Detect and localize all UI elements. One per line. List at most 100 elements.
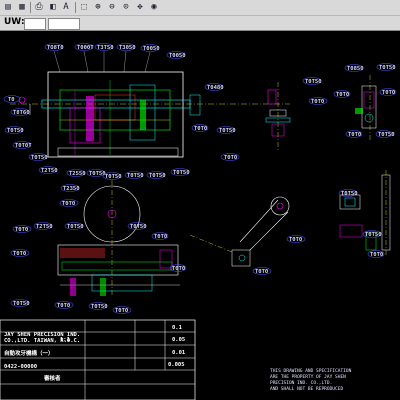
cad-drawing: TO8T0 T000T T3TS0 T3050 T0050 T0050 T0 T… (0, 43, 397, 400)
tag-bubble: T0 (3, 95, 21, 103)
tag-bubble: T0T50 (64, 222, 84, 230)
toolbar-row-2: UW: (0, 15, 400, 31)
tag-bubble: T0T50 (302, 77, 322, 85)
svg-text:0.005: 0.005 (168, 362, 185, 368)
tag-bubble: T0T50 (146, 171, 166, 179)
tag-bubble: T0T0 (367, 250, 385, 258)
svg-text:T8T60: T8T60 (13, 110, 30, 116)
svg-text:ARE THE PROPERTY OF JAY SHEN: ARE THE PROPERTY OF JAY SHEN (270, 374, 346, 380)
diagonal-arm: T0T0 T0T0 T0T0 (169, 196, 306, 275)
zoom-previous-icon[interactable]: ◉ (148, 1, 160, 13)
svg-text:T0T0: T0T0 (382, 90, 395, 96)
zoom-extents-icon[interactable]: ⊙ (120, 1, 132, 13)
zoom-window-icon[interactable]: ⬚ (78, 1, 90, 13)
drawing-notes: THIS DRAWING AND SPECIFICATION ARE THE P… (270, 368, 352, 392)
tag-bubble: T3TS0 (94, 43, 114, 51)
title-block: JAY SHEN PRECISION IND. CO.,LTD. TAIWAN,… (0, 319, 196, 400)
svg-text:T0480: T0480 (207, 85, 224, 91)
svg-text:T0T0: T0T0 (57, 303, 70, 309)
tag-bubble: T0T50 (28, 153, 48, 161)
svg-text:審核者: 審核者 (43, 374, 61, 382)
tag-bubble: T2350 (60, 184, 80, 192)
tag-bubble: T0T0 (220, 153, 240, 161)
tag-bubble: T0T0 (151, 232, 169, 240)
svg-text:T0T50: T0T50 (341, 191, 358, 197)
tag-bubble: T0T50 (102, 172, 122, 180)
drawing-canvas[interactable]: TO8T0 T000T T3TS0 T3050 T0050 T0050 T0 T… (0, 30, 400, 400)
svg-text:T0T50: T0T50 (127, 173, 144, 179)
svg-text:T0T50: T0T50 (91, 304, 108, 310)
svg-text:0.01: 0.01 (172, 350, 186, 356)
svg-text:T0850: T0850 (347, 66, 364, 72)
tag-bubble: T2T50 (38, 166, 58, 174)
shaft-assembly: T0T50 T0T0 (265, 77, 328, 150)
toolbar-label: UW: (4, 17, 25, 27)
svg-text:T0T50: T0T50 (13, 301, 30, 307)
tag-bubble: T0050 (166, 51, 186, 59)
layer-icon[interactable]: ◧ (47, 1, 59, 13)
tag-bubble: T2550 (66, 169, 86, 177)
tag-bubble: T0T50 (216, 126, 236, 134)
tag-bubble: T3050 (116, 43, 136, 51)
tag-bubble: T0T50 (338, 189, 358, 197)
tag-bubble: T0T50 (124, 171, 144, 179)
svg-text:T2550: T2550 (69, 171, 86, 177)
svg-text:0422-00000: 0422-00000 (4, 364, 37, 370)
svg-text:PRECISION IND. CO.,LTD.: PRECISION IND. CO.,LTD. (270, 380, 332, 386)
tag-bubble: T0T0 (191, 124, 209, 132)
tag-bubble: T0T50 (375, 130, 395, 138)
toolbar-separator (30, 2, 31, 13)
toolbar: ▤ ▦ ⎙ ◧ A ⬚ ⊕ ⊖ ⊙ ✥ ◉ UW: (0, 0, 400, 31)
svg-text:T0T50: T0T50 (365, 232, 382, 238)
right-top-assembly: T0850 T0T50 T0T0 T0T0 T0T0 T0T50 (333, 63, 397, 140)
toolbar-separator (75, 2, 76, 13)
tag-bubble: T0T50 (10, 299, 30, 307)
svg-text:T0T0: T0T0 (224, 155, 237, 161)
pan-icon[interactable]: ✥ (134, 1, 146, 13)
svg-text:T0T0: T0T0 (15, 227, 28, 233)
tag-bubble: T0T50 (127, 222, 147, 230)
svg-text:T0T0: T0T0 (370, 252, 383, 258)
print-icon[interactable]: ⎙ (33, 1, 45, 13)
svg-text:T0T0: T0T0 (311, 99, 324, 105)
svg-text:T0T0: T0T0 (115, 308, 128, 314)
svg-text:T0T0: T0T0 (13, 251, 26, 257)
svg-text:T2T50: T2T50 (41, 168, 58, 174)
svg-text:T0T50: T0T50 (173, 170, 190, 176)
svg-text:T0T50: T0T50 (67, 224, 84, 230)
tag-bubble: T0T0 (333, 90, 351, 98)
svg-text:TO8T0: TO8T0 (47, 45, 64, 51)
tag-bubble: T0T0 (252, 267, 272, 275)
svg-text:T0T0: T0T0 (255, 269, 268, 275)
lower-left-assembly: T0T0 T0T0 T2T50 T0T50 T0T0 T0T50 T0T0 T0… (10, 180, 180, 314)
tag-bubble: T0T50 (376, 63, 396, 71)
svg-text:T2350: T2350 (63, 186, 80, 192)
svg-text:THIS DRAWING AND SPECIFICATION: THIS DRAWING AND SPECIFICATION (270, 368, 352, 374)
tag-bubble: T0T50 (4, 126, 24, 134)
svg-text:T000T: T000T (77, 45, 94, 51)
tag-bubble: T0T0 (12, 225, 32, 233)
zoom-in-icon[interactable]: ⊕ (92, 1, 104, 13)
svg-text:T0T50: T0T50 (130, 224, 147, 230)
svg-text:0.1: 0.1 (172, 325, 183, 331)
svg-text:T0T0: T0T0 (336, 92, 349, 98)
layer-list-button[interactable] (48, 18, 80, 30)
tag-bubble: T0T0 (112, 306, 132, 314)
text-icon[interactable]: A (60, 1, 72, 13)
svg-text:T0T0: T0T0 (154, 234, 167, 240)
tag-bubble: T000T (74, 43, 94, 51)
svg-text:1:1: 1:1 (60, 337, 71, 343)
svg-text:T0T0: T0T0 (348, 132, 361, 138)
tag-bubble: T0T50 (88, 302, 108, 310)
tag-bubble: T2T50 (33, 222, 53, 230)
layer-color-button[interactable] (24, 18, 46, 30)
save-icon[interactable]: ▦ (16, 1, 28, 13)
svg-text:T0T50: T0T50 (379, 65, 396, 71)
tag-bubble: T0T50 (362, 230, 382, 238)
svg-text:T0T50: T0T50 (31, 155, 48, 161)
open-icon[interactable]: ▤ (2, 1, 14, 13)
tag-bubble: T0T0 (345, 130, 363, 138)
tag-bubble: T0T0 (286, 235, 306, 243)
toolbar-row-1: ▤ ▦ ⎙ ◧ A ⬚ ⊕ ⊖ ⊙ ✥ ◉ (0, 0, 400, 15)
zoom-out-icon[interactable]: ⊖ (106, 1, 118, 13)
